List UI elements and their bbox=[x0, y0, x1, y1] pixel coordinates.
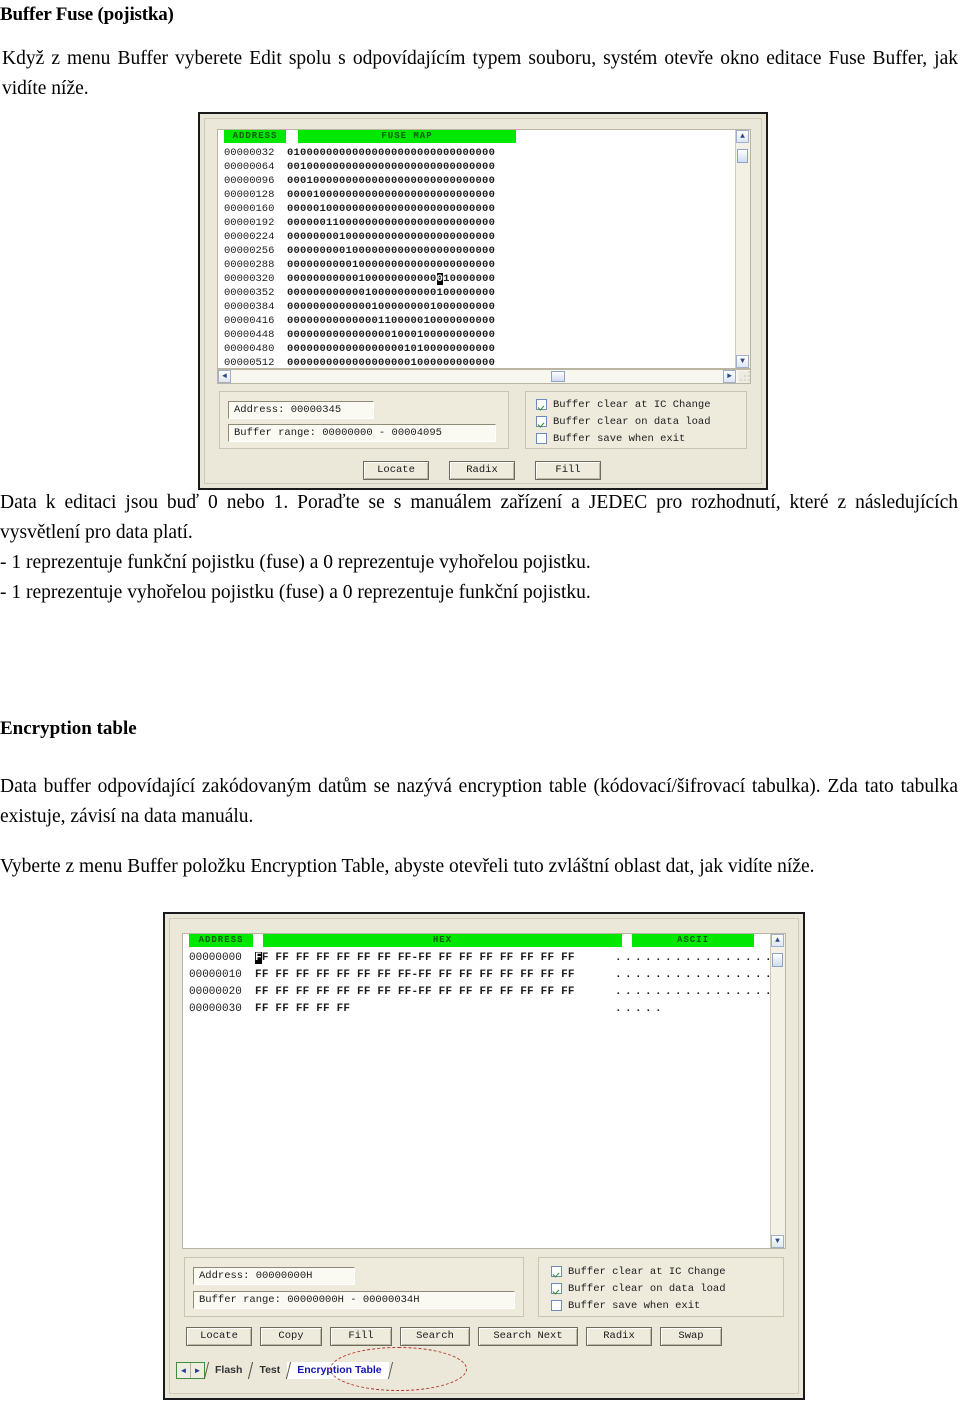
checkbox-icon[interactable] bbox=[551, 1283, 562, 1294]
hex-vertical-scrollbar[interactable]: ▲ ▼ bbox=[770, 934, 785, 1248]
option-label: Buffer clear on data load bbox=[553, 415, 711, 428]
row-ascii: ................ bbox=[615, 969, 776, 981]
edit-cursor: F bbox=[255, 952, 262, 964]
table-row[interactable]: 00000020 FF FF FF FF FF FF FF FF-FF FF F… bbox=[189, 984, 775, 1000]
column-header-fuse-map: FUSE MAP bbox=[298, 130, 516, 143]
table-row[interactable]: 00000010 FF FF FF FF FF FF FF FF-FF FF F… bbox=[189, 967, 775, 983]
fuse-vscroll-thumb[interactable] bbox=[737, 149, 748, 163]
option-buffer-clear-data-load[interactable]: Buffer clear on data load bbox=[536, 413, 711, 430]
tab-encryption-table[interactable]: Encryption Table bbox=[287, 1361, 389, 1379]
column-header-address: ADDRESS bbox=[189, 934, 253, 947]
edit-cursor: 0 bbox=[436, 273, 444, 285]
search-next-button[interactable]: Search Next bbox=[478, 1327, 578, 1346]
scroll-left-icon[interactable]: ◄ bbox=[218, 370, 231, 383]
row-ascii: ................ bbox=[615, 986, 776, 998]
hex-vscroll-thumb[interactable] bbox=[772, 953, 783, 967]
column-header-hex: HEX bbox=[263, 934, 622, 947]
option-label: Buffer clear on data load bbox=[568, 1282, 726, 1295]
checkbox-icon[interactable] bbox=[536, 433, 547, 444]
hex-address-field: Address: 00000000H bbox=[193, 1267, 355, 1285]
radix-button[interactable]: Radix bbox=[586, 1327, 652, 1346]
resize-grip-icon[interactable] bbox=[738, 371, 750, 383]
intro-paragraph: Když z menu Buffer vyberete Edit spolu s… bbox=[2, 48, 958, 99]
table-row[interactable]: 00000512 0000000000000000000100000000000… bbox=[224, 355, 495, 369]
tab-test[interactable]: Test bbox=[249, 1362, 287, 1379]
tab-nav-prev-icon[interactable]: ◄ bbox=[177, 1362, 191, 1378]
swap-button[interactable]: Swap bbox=[660, 1327, 722, 1346]
row-hex[interactable]: FF FF FF FF FF FF FF FF-FF FF FF FF FF F… bbox=[255, 967, 615, 983]
buffer-tab-strip: ◄ ► Flash Test Encryption Table bbox=[176, 1359, 389, 1381]
checkbox-icon[interactable] bbox=[551, 1266, 562, 1277]
encryption-window-inner: ADDRESS HEX ASCII 00000000 FF FF FF FF F… bbox=[169, 918, 799, 1394]
row-address: 00000030 bbox=[189, 1003, 256, 1015]
scroll-down-icon[interactable]: ▼ bbox=[736, 355, 749, 368]
table-row[interactable]: 00000000 FF FF FF FF FF FF FF FF-FF FF F… bbox=[189, 950, 775, 966]
table-row[interactable]: 00000030 FF FF FF FF FF..... bbox=[189, 1001, 665, 1017]
fuse-horizontal-scrollbar[interactable]: ◄ ► bbox=[217, 369, 751, 384]
option-buffer-clear-ic-change[interactable]: Buffer clear at IC Change bbox=[551, 1263, 726, 1280]
row-hex[interactable]: FF FF FF FF FF FF FF FF-FF FF FF FF FF F… bbox=[255, 984, 615, 1000]
fuse-address-field: Address: 00000345 bbox=[228, 401, 374, 419]
hex-options-panel: Buffer clear at IC Change Buffer clear o… bbox=[538, 1257, 784, 1317]
tab-nav-next-icon[interactable]: ► bbox=[191, 1363, 204, 1378]
radix-button[interactable]: Radix bbox=[449, 461, 515, 480]
option-label: Buffer clear at IC Change bbox=[553, 398, 711, 411]
option-label: Buffer save when exit bbox=[568, 1299, 701, 1312]
tab-nav-buttons[interactable]: ◄ ► bbox=[176, 1361, 205, 1379]
document-page: Buffer Fuse (pojistka) Když z menu Buffe… bbox=[0, 0, 960, 1412]
row-ascii: ..... bbox=[615, 1003, 666, 1015]
option-buffer-save-when-exit[interactable]: Buffer save when exit bbox=[551, 1297, 700, 1314]
column-header-ascii: ASCII bbox=[632, 934, 754, 947]
encryption-paragraph-1: Data buffer odpovídající zakódovaným dat… bbox=[0, 776, 958, 827]
hex-status-panel: Address: 00000000H Buffer range: 0000000… bbox=[184, 1257, 524, 1317]
copy-button[interactable]: Copy bbox=[260, 1327, 322, 1346]
fuse-buffer-window: ADDRESS FUSE MAP 00000032 01000000000000… bbox=[198, 112, 768, 490]
fill-button[interactable]: Fill bbox=[535, 461, 601, 480]
row-bits[interactable]: 00000000000000000001000000000000 bbox=[287, 355, 495, 368]
locate-button[interactable]: Locate bbox=[363, 461, 429, 480]
option-buffer-clear-data-load[interactable]: Buffer clear on data load bbox=[551, 1280, 726, 1297]
row-address: 00000010 bbox=[189, 969, 256, 981]
column-header-address: ADDRESS bbox=[224, 130, 286, 143]
option-label: Buffer save when exit bbox=[553, 432, 686, 445]
search-button[interactable]: Search bbox=[400, 1327, 470, 1346]
page-title: Buffer Fuse (pojistka) bbox=[0, 4, 174, 25]
fuse-window-inner: ADDRESS FUSE MAP 00000032 01000000000000… bbox=[204, 118, 762, 484]
data-edit-paragraph: Data k editaci jsou buď 0 nebo 1. Poraďt… bbox=[0, 492, 958, 543]
scroll-right-icon[interactable]: ► bbox=[723, 370, 736, 383]
fuse-options-panel: Buffer clear at IC Change Buffer clear o… bbox=[525, 391, 747, 449]
option-buffer-save-when-exit[interactable]: Buffer save when exit bbox=[536, 430, 685, 447]
checkbox-icon[interactable] bbox=[551, 1300, 562, 1311]
row-address: 00000512 bbox=[224, 357, 275, 369]
bullet-item-1: - 1 reprezentuje funkční pojistku (fuse)… bbox=[0, 552, 591, 573]
hex-editor-grid[interactable]: ADDRESS HEX ASCII 00000000 FF FF FF FF F… bbox=[182, 933, 786, 1249]
row-ascii: ................ bbox=[615, 952, 776, 964]
fuse-grid-header: ADDRESS FUSE MAP bbox=[218, 130, 750, 143]
scroll-up-icon[interactable]: ▲ bbox=[736, 130, 749, 143]
checkbox-icon[interactable] bbox=[536, 416, 547, 427]
fuse-hscroll-thumb[interactable] bbox=[551, 371, 565, 382]
hex-grid-header: ADDRESS HEX ASCII bbox=[183, 934, 785, 947]
checkbox-icon[interactable] bbox=[536, 399, 547, 410]
row-hex[interactable]: FF FF FF FF FF FF FF FF-FF FF FF FF FF F… bbox=[255, 950, 615, 966]
row-hex[interactable]: FF FF FF FF FF bbox=[255, 1001, 615, 1017]
scroll-down-icon[interactable]: ▼ bbox=[771, 1235, 784, 1248]
row-address: 00000020 bbox=[189, 986, 256, 998]
encryption-table-window: ADDRESS HEX ASCII 00000000 FF FF FF FF F… bbox=[163, 912, 805, 1400]
fill-button[interactable]: Fill bbox=[330, 1327, 392, 1346]
encryption-table-heading: Encryption table bbox=[0, 718, 137, 739]
encryption-paragraph-2: Vyberte z menu Buffer položku Encryption… bbox=[0, 856, 815, 877]
scroll-up-icon[interactable]: ▲ bbox=[771, 934, 784, 947]
fuse-map-grid[interactable]: ADDRESS FUSE MAP 00000032 01000000000000… bbox=[217, 129, 751, 369]
option-label: Buffer clear at IC Change bbox=[568, 1265, 726, 1278]
option-buffer-clear-ic-change[interactable]: Buffer clear at IC Change bbox=[536, 396, 711, 413]
tab-flash[interactable]: Flash bbox=[205, 1362, 249, 1379]
fuse-vertical-scrollbar[interactable]: ▲ ▼ bbox=[735, 130, 750, 368]
hex-buffer-range-field: Buffer range: 00000000H - 00000034H bbox=[193, 1291, 515, 1309]
fuse-buffer-range-field: Buffer range: 00000000 - 00004095 bbox=[228, 424, 496, 442]
bullet-item-2: - 1 reprezentuje vyhořelou pojistku (fus… bbox=[0, 582, 591, 603]
locate-button[interactable]: Locate bbox=[186, 1327, 252, 1346]
fuse-status-panel: Address: 00000345 Buffer range: 00000000… bbox=[219, 391, 509, 449]
row-address: 00000000 bbox=[189, 952, 256, 964]
